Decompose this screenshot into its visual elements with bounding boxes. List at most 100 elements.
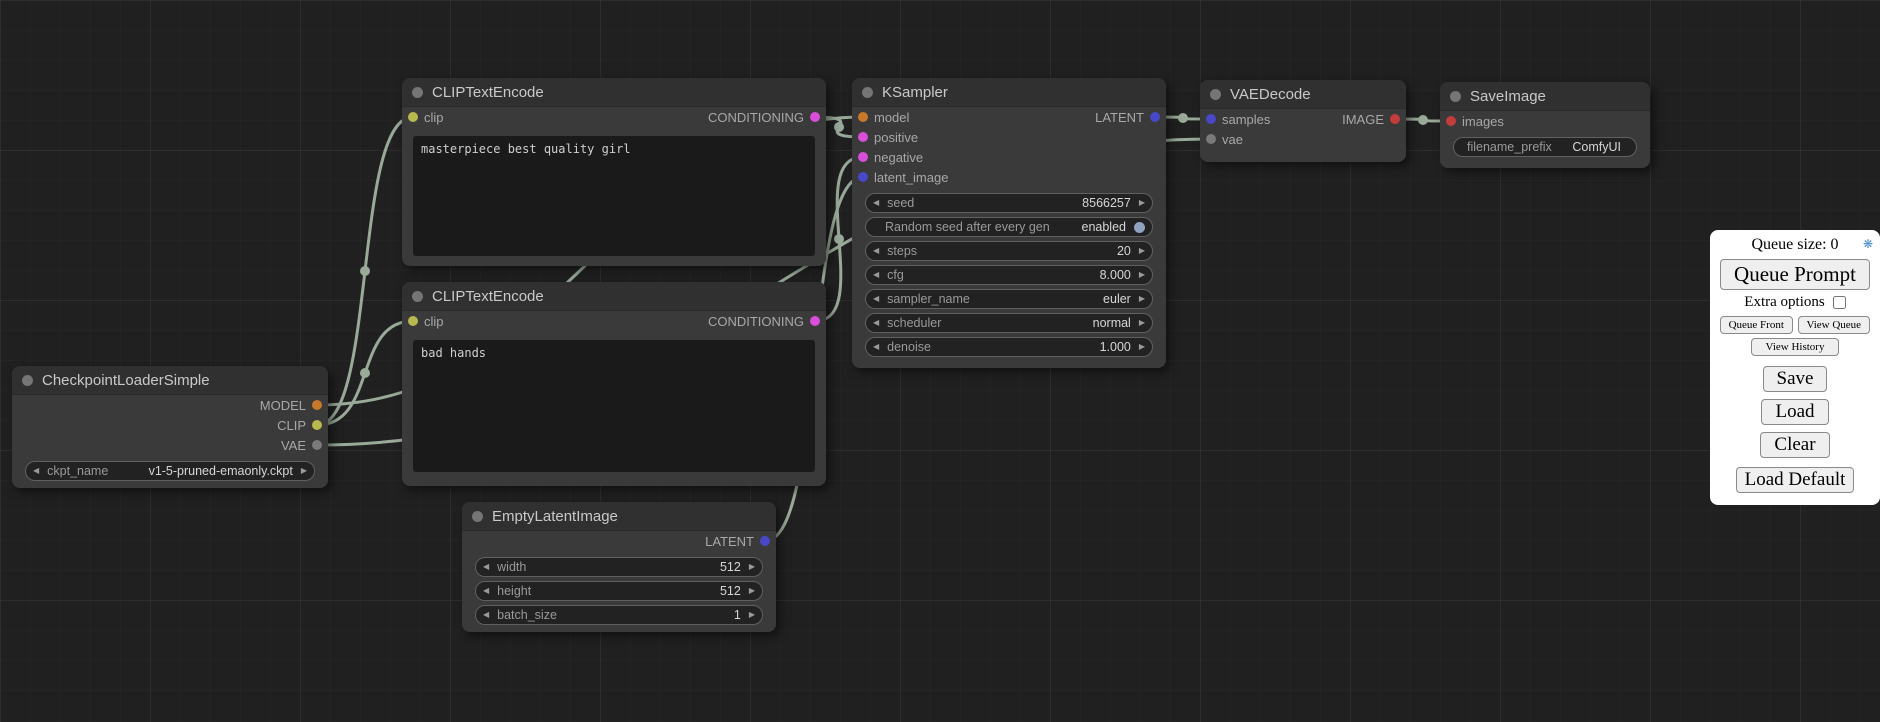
node-title: KSampler [882, 84, 948, 101]
node-clip-text-encode-negative[interactable]: CLIPTextEncode clip CONDITIONING bad han… [402, 282, 826, 486]
node-title-bar[interactable]: CLIPTextEncode [402, 282, 826, 311]
prev-arrow-icon[interactable]: ◀ [873, 319, 879, 327]
conditioning-output-port[interactable] [810, 112, 820, 122]
clip-input-port[interactable] [408, 316, 418, 326]
queue-front-button[interactable]: Queue Front [1720, 316, 1793, 334]
increment-arrow-icon[interactable]: ▶ [749, 611, 755, 619]
node-title-bar[interactable]: CLIPTextEncode [402, 78, 826, 107]
vae-input-port[interactable] [1206, 134, 1216, 144]
denoise-widget[interactable]: ◀ denoise 1.000 ▶ [865, 337, 1153, 357]
queue-size-label: Queue size: 0 [1751, 236, 1838, 253]
node-clip-text-encode-positive[interactable]: CLIPTextEncode clip CONDITIONING masterp… [402, 78, 826, 266]
width-widget[interactable]: ◀ width 512 ▶ [475, 557, 763, 577]
seed-widget[interactable]: ◀ seed 8566257 ▶ [865, 193, 1153, 213]
positive-input-port[interactable] [858, 132, 868, 142]
input-slot-images: images [1440, 111, 1650, 131]
latent-output-port[interactable] [1150, 112, 1160, 122]
random-seed-toggle-widget[interactable]: Random seed after every gen enabled [865, 217, 1153, 237]
node-title-bar[interactable]: CheckpointLoaderSimple [12, 366, 328, 395]
batch-size-widget[interactable]: ◀ batch_size 1 ▶ [475, 605, 763, 625]
node-checkpoint-loader-simple[interactable]: CheckpointLoaderSimple MODEL CLIP VAE ◀ … [12, 366, 328, 488]
view-history-button[interactable]: View History [1751, 338, 1840, 356]
decrement-arrow-icon[interactable]: ◀ [483, 611, 489, 619]
decrement-arrow-icon[interactable]: ◀ [873, 271, 879, 279]
increment-arrow-icon[interactable]: ▶ [749, 587, 755, 595]
link-midpoint-dot [1178, 113, 1188, 123]
node-title-bar[interactable]: KSampler [852, 78, 1166, 107]
increment-arrow-icon[interactable]: ▶ [1139, 199, 1145, 207]
queue-prompt-button[interactable]: Queue Prompt [1720, 259, 1870, 290]
decrement-arrow-icon[interactable]: ◀ [873, 343, 879, 351]
negative-input-port[interactable] [858, 152, 868, 162]
decrement-arrow-icon[interactable]: ◀ [483, 587, 489, 595]
height-widget[interactable]: ◀ height 512 ▶ [475, 581, 763, 601]
widget-label: height [497, 584, 531, 598]
decrement-arrow-icon[interactable]: ◀ [483, 563, 489, 571]
sampler-name-widget[interactable]: ◀ sampler_name euler ▶ [865, 289, 1153, 309]
extra-options-checkbox[interactable] [1833, 296, 1846, 309]
filename-prefix-widget[interactable]: filename_prefix ComfyUI [1453, 137, 1637, 157]
decrement-arrow-icon[interactable]: ◀ [873, 199, 879, 207]
node-title: CLIPTextEncode [432, 84, 544, 101]
steps-widget[interactable]: ◀ steps 20 ▶ [865, 241, 1153, 261]
widget-label: batch_size [497, 608, 557, 622]
node-collapse-dot[interactable] [1450, 91, 1461, 102]
node-title-bar[interactable]: SaveImage [1440, 82, 1650, 111]
widget-label: seed [887, 196, 914, 210]
next-arrow-icon[interactable]: ▶ [301, 467, 307, 475]
conditioning-output-port[interactable] [810, 316, 820, 326]
view-queue-button[interactable]: View Queue [1798, 316, 1871, 334]
prompt-text-area[interactable]: bad hands [413, 340, 815, 472]
clip-input-port[interactable] [408, 112, 418, 122]
widget-label: cfg [887, 268, 904, 282]
output-slot-model: MODEL [12, 395, 328, 415]
samples-input-port[interactable] [1206, 114, 1216, 124]
increment-arrow-icon[interactable]: ▶ [749, 563, 755, 571]
node-save-image[interactable]: SaveImage images filename_prefix ComfyUI [1440, 82, 1650, 168]
node-vae-decode[interactable]: VAEDecode samples vae IMAGE [1200, 80, 1406, 162]
widget-value: 512 [534, 560, 741, 574]
next-arrow-icon[interactable]: ▶ [1139, 319, 1145, 327]
node-title-bar[interactable]: EmptyLatentImage [462, 502, 776, 531]
model-output-port[interactable] [312, 400, 322, 410]
image-output-port[interactable] [1390, 114, 1400, 124]
output-slot-vae: VAE [12, 435, 328, 455]
load-button[interactable]: Load [1761, 399, 1828, 425]
node-ksampler[interactable]: KSampler model positive negative latent_… [852, 78, 1166, 368]
load-default-button[interactable]: Load Default [1736, 467, 1855, 493]
cfg-widget[interactable]: ◀ cfg 8.000 ▶ [865, 265, 1153, 285]
node-collapse-dot[interactable] [472, 511, 483, 522]
images-input-port[interactable] [1446, 116, 1456, 126]
increment-arrow-icon[interactable]: ▶ [1139, 343, 1145, 351]
increment-arrow-icon[interactable]: ▶ [1139, 247, 1145, 255]
prev-arrow-icon[interactable]: ◀ [873, 295, 879, 303]
node-title-bar[interactable]: VAEDecode [1200, 80, 1406, 109]
node-collapse-dot[interactable] [412, 87, 423, 98]
save-button[interactable]: Save [1763, 366, 1828, 392]
clear-button[interactable]: Clear [1760, 432, 1829, 458]
node-collapse-dot[interactable] [412, 291, 423, 302]
latent-output-port[interactable] [760, 536, 770, 546]
increment-arrow-icon[interactable]: ▶ [1139, 271, 1145, 279]
settings-icon[interactable]: ❋ [1863, 237, 1873, 252]
prev-arrow-icon[interactable]: ◀ [33, 467, 39, 475]
widget-value: enabled [1058, 220, 1126, 234]
vae-output-port[interactable] [312, 440, 322, 450]
ckpt-name-widget[interactable]: ◀ ckpt_name v1-5-pruned-emaonly.ckpt ▶ [25, 461, 315, 481]
input-slot-positive: positive [852, 127, 1166, 147]
node-empty-latent-image[interactable]: EmptyLatentImage LATENT ◀ width 512 ▶ ◀ … [462, 502, 776, 632]
widget-value: 512 [539, 584, 741, 598]
widget-label: steps [887, 244, 917, 258]
next-arrow-icon[interactable]: ▶ [1139, 295, 1145, 303]
widget-label: width [497, 560, 526, 574]
node-collapse-dot[interactable] [22, 375, 33, 386]
latent-image-input-port[interactable] [858, 172, 868, 182]
decrement-arrow-icon[interactable]: ◀ [873, 247, 879, 255]
toggle-indicator[interactable] [1134, 222, 1145, 233]
clip-output-port[interactable] [312, 420, 322, 430]
node-collapse-dot[interactable] [1210, 89, 1221, 100]
scheduler-widget[interactable]: ◀ scheduler normal ▶ [865, 313, 1153, 333]
model-input-port[interactable] [858, 112, 868, 122]
node-collapse-dot[interactable] [862, 87, 873, 98]
prompt-text-area[interactable]: masterpiece best quality girl [413, 136, 815, 256]
